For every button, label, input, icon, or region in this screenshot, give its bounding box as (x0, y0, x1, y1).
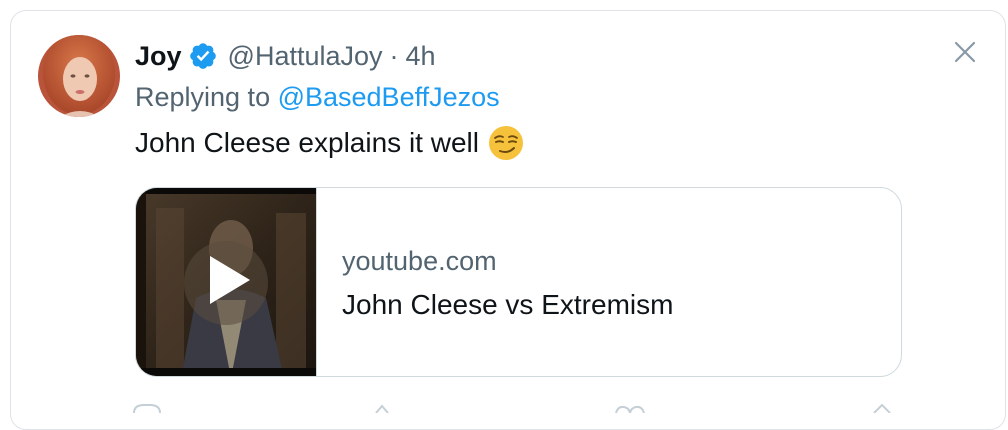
like-icon (615, 405, 645, 414)
avatar[interactable] (38, 35, 120, 117)
verified-badge-icon (188, 41, 218, 71)
tweet-body: John Cleese explains it well (135, 127, 479, 158)
smirking-face-emoji-icon (488, 125, 524, 161)
author-name[interactable]: Joy (135, 41, 182, 72)
tweet-header: Joy @HattulaJoy · 4h (135, 36, 436, 76)
tweet-time[interactable]: 4h (406, 41, 436, 72)
tweet-action-bar (130, 400, 910, 414)
tweet-text: John Cleese explains it well (135, 125, 524, 161)
video-thumbnail[interactable] (136, 188, 317, 376)
card-title: John Cleese vs Extremism (342, 289, 674, 320)
replying-prefix: Replying to (135, 82, 278, 112)
card-domain: youtube.com (342, 246, 497, 276)
author-handle[interactable]: @HattulaJoy (228, 41, 383, 72)
replying-to: Replying to @BasedBeffJezos (135, 82, 500, 113)
replying-mention-link[interactable]: @BasedBeffJezos (278, 82, 500, 112)
separator-dot: · (389, 40, 399, 71)
close-icon[interactable] (949, 36, 981, 68)
link-preview-card[interactable]: youtube.com John Cleese vs Extremism (135, 187, 902, 377)
